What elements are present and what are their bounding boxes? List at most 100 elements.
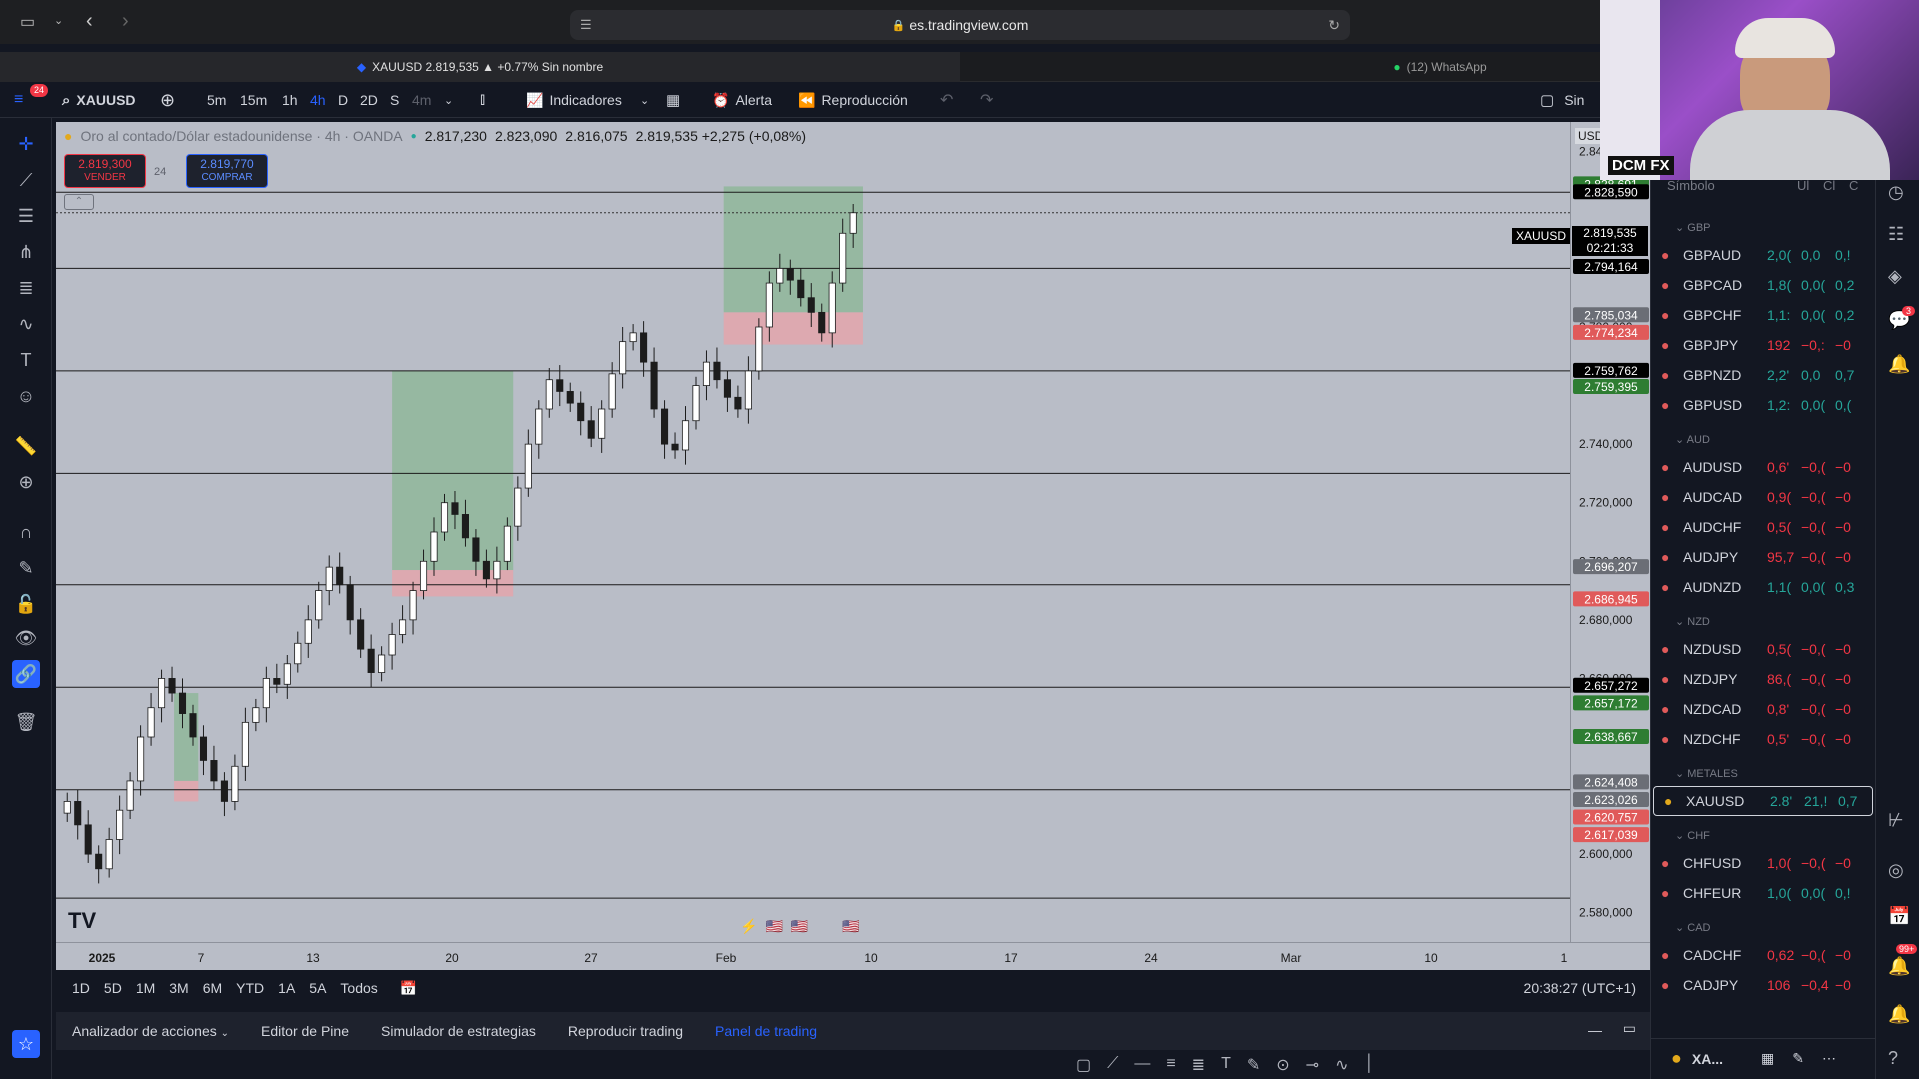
col-last[interactable]: Úl: [1797, 178, 1823, 193]
us-flag-icon[interactable]: 🇺🇸: [765, 918, 782, 935]
tab-stock-screener[interactable]: Analizador de acciones ⌄: [72, 1023, 229, 1039]
tab-tradingview[interactable]: ◆ XAUUSD 2.819,535 ▲ +0.77% Sin nombre: [0, 52, 960, 82]
maximize-icon[interactable]: ▭: [1623, 1020, 1636, 1037]
range-1d[interactable]: 1D: [72, 980, 90, 997]
edit-icon[interactable]: ✎: [1792, 1050, 1804, 1067]
interval-d[interactable]: D: [338, 82, 348, 118]
favorites-star-icon[interactable]: ☆: [12, 1030, 40, 1058]
sidebar-toggle-icon[interactable]: ▭: [20, 12, 35, 32]
line-icon[interactable]: ⟋: [1107, 1055, 1118, 1075]
calendar-icon[interactable]: 📅: [400, 980, 417, 997]
watchlist-group-header[interactable]: ⌄ AUD: [1651, 426, 1876, 452]
range-1a[interactable]: 1A: [278, 980, 295, 997]
pitchfork-icon[interactable]: ⋔: [12, 238, 40, 266]
watchlist-group-header[interactable]: ⌄ METALES: [1651, 760, 1876, 786]
trash-icon[interactable]: 🗑: [12, 708, 40, 736]
text-icon[interactable]: T: [1221, 1055, 1231, 1075]
range-5d[interactable]: 5D: [104, 980, 122, 997]
indicators-button[interactable]: 📈 Indicadores: [526, 82, 622, 118]
magnet-icon[interactable]: ∩: [12, 518, 40, 546]
watchlist-row[interactable]: ● NZDUSD 0,5(−0,(−0: [1651, 634, 1876, 664]
clock-icon[interactable]: ◷: [1888, 182, 1904, 203]
chart-type-button[interactable]: ⫾: [480, 82, 485, 118]
vertical-line-icon[interactable]: │: [1364, 1055, 1374, 1075]
tab-strategy-tester[interactable]: Simulador de estrategias: [381, 1023, 536, 1039]
range-ytd[interactable]: YTD: [236, 980, 264, 997]
tab-trading-panel[interactable]: Panel de trading: [715, 1023, 817, 1039]
watchlist-row[interactable]: ● GBPJPY 192 −0,: −0: [1651, 330, 1876, 360]
calendar-icon[interactable]: 📅: [1888, 906, 1910, 927]
lock-icon[interactable]: 🔓: [12, 590, 40, 618]
channel-icon[interactable]: ≡: [1166, 1055, 1175, 1075]
range-all[interactable]: Todos: [340, 980, 377, 997]
notifications-icon[interactable]: 🔔: [1888, 1004, 1910, 1025]
text-icon[interactable]: T: [12, 346, 40, 374]
watchlist-row[interactable]: ● AUDUSD 0,6' −0,(−0: [1651, 452, 1876, 482]
tab-pine-editor[interactable]: Editor de Pine: [261, 1023, 349, 1039]
range-3m[interactable]: 3M: [169, 980, 188, 997]
interval-s[interactable]: S: [390, 82, 399, 118]
replay-button[interactable]: ⏪ Reproducción: [798, 82, 908, 118]
page-settings-icon[interactable]: ☰: [580, 17, 592, 33]
interval-dropdown[interactable]: ⌄: [444, 82, 453, 118]
watchlist-group-header[interactable]: ⌄ CAD: [1651, 914, 1876, 940]
watchlist-row[interactable]: ● GBPUSD 1,2: 0,0(0,(: [1651, 390, 1876, 420]
tab-trading-replay[interactable]: Reproducir trading: [568, 1023, 683, 1039]
alert-button[interactable]: ⏰ Alerta: [712, 82, 772, 118]
ray-icon[interactable]: ⊸: [1306, 1055, 1319, 1075]
buy-button[interactable]: 2.819,770 COMPRAR: [186, 154, 268, 188]
zoom-in-icon[interactable]: ⊕: [12, 468, 40, 496]
grid-icon[interactable]: ▦: [1761, 1050, 1774, 1067]
watchlist-group-header[interactable]: ⌄ GBP: [1651, 214, 1876, 240]
watchlist-group-header[interactable]: ⌄ NZD: [1651, 608, 1876, 634]
fib-icon[interactable]: ≣: [12, 274, 40, 302]
interval-2d[interactable]: 2D: [360, 82, 378, 118]
watchlist-row[interactable]: ● NZDCHF 0,5' −0,(−0: [1651, 724, 1876, 754]
interval-4m[interactable]: 4m: [412, 82, 431, 118]
bell-icon[interactable]: 🔔: [1888, 354, 1910, 375]
collapse-legend-button[interactable]: ⌃: [64, 194, 94, 210]
watchlist-row[interactable]: ● GBPCAD 1,8(0,0(0,2: [1651, 270, 1876, 300]
strategy-icon[interactable]: ⊬: [1888, 810, 1904, 831]
help-icon[interactable]: ?: [1888, 1048, 1898, 1069]
crosshair-icon[interactable]: ✛: [12, 130, 40, 158]
menu-button[interactable]: ≡ 24: [14, 82, 49, 118]
eye-icon[interactable]: 👁: [12, 624, 40, 652]
bell-icon[interactable]: 🔔: [1888, 956, 1910, 977]
indicators-dropdown[interactable]: ⌄: [640, 82, 649, 118]
col-pct[interactable]: C: [1849, 178, 1858, 193]
more-icon[interactable]: ⋯: [1822, 1050, 1836, 1067]
interval-4h[interactable]: 4h: [310, 82, 326, 118]
trend-line-icon[interactable]: ⟋: [12, 166, 40, 194]
forward-icon[interactable]: ›: [122, 10, 129, 33]
chart-pane[interactable]: ● Oro al contado/Dólar estadounidense · …: [56, 122, 1570, 942]
symbol-search-button[interactable]: ⌕ XAUUSD: [62, 82, 136, 118]
minimize-icon[interactable]: —: [1588, 1022, 1602, 1038]
interval-15m[interactable]: 15m: [240, 82, 267, 118]
layouts-button[interactable]: ▦: [666, 82, 680, 118]
col-symbol[interactable]: Símbolo: [1667, 178, 1797, 193]
watchlist-row[interactable]: ● AUDCHF 0,5(−0,(−0: [1651, 512, 1876, 542]
watchlist-group-header[interactable]: ⌄ CHF: [1651, 822, 1876, 848]
brush-icon[interactable]: ✎: [1247, 1055, 1260, 1075]
watchlist-row[interactable]: ● GBPNZD 2,2' 0,0 0,7: [1651, 360, 1876, 390]
watchlist-row[interactable]: ● CADCHF 0,62 −0,(−0: [1651, 940, 1876, 970]
link-icon[interactable]: 🔗: [12, 660, 40, 688]
watchlist-row[interactable]: ● GBPCHF 1,1: 0,0(0,2: [1651, 300, 1876, 330]
watchlist-row[interactable]: ● AUDCAD 0,9(−0,(−0: [1651, 482, 1876, 512]
path-icon[interactable]: ∿: [1335, 1055, 1348, 1075]
url-bar[interactable]: ☰ 🔒 es.tradingview.com ↻: [570, 10, 1350, 40]
watchlist-row[interactable]: ● AUDJPY 95,7 −0,(−0: [1651, 542, 1876, 572]
range-5a[interactable]: 5A: [309, 980, 326, 997]
us-flag-icon[interactable]: 🇺🇸: [791, 918, 808, 935]
chevron-down-icon[interactable]: ⌄: [54, 14, 63, 27]
watchlist-row[interactable]: ● CADJPY 106 −0,4 −0: [1651, 970, 1876, 1000]
watchlist-row[interactable]: ● NZDJPY 86,(−0,(−0: [1651, 664, 1876, 694]
ellipse-icon[interactable]: ⊙: [1276, 1055, 1289, 1075]
sell-button[interactable]: 2.819,300 VENDER: [64, 154, 146, 188]
horizontal-lines-icon[interactable]: ☰: [12, 202, 40, 230]
interval-5m[interactable]: 5m: [207, 82, 226, 118]
range-6m[interactable]: 6M: [203, 980, 222, 997]
range-1m[interactable]: 1M: [136, 980, 155, 997]
news-icon[interactable]: ☷: [1888, 224, 1904, 245]
